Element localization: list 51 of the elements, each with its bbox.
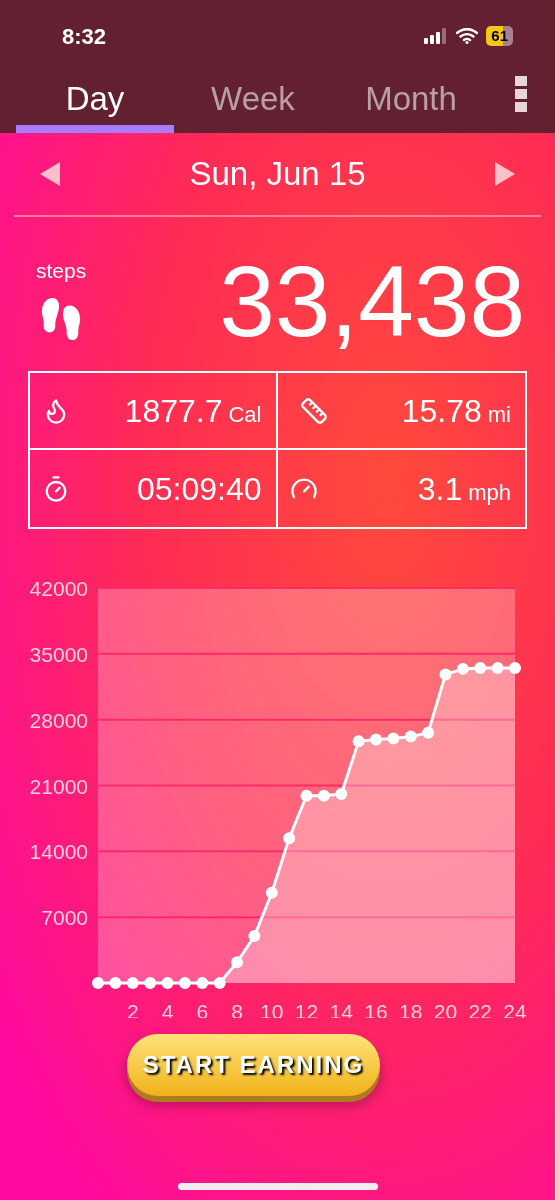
data-point: [144, 977, 157, 989]
data-point: [474, 661, 487, 674]
next-day-button[interactable]: [495, 162, 515, 186]
data-point: [283, 832, 296, 845]
stat-value: 1877.7: [124, 391, 223, 431]
y-axis-label: 7000: [41, 906, 88, 930]
data-point: [335, 787, 348, 800]
y-axis-label: 21000: [29, 774, 88, 798]
status-time: 8:32: [62, 22, 107, 51]
stat-unit: Cal: [228, 400, 262, 429]
data-point: [265, 886, 278, 899]
tab[interactable]: Week: [174, 72, 332, 133]
steps-label: steps: [36, 258, 87, 285]
data-point: [231, 956, 243, 969]
data-point: [213, 977, 226, 989]
y-axis-label: 14000: [29, 840, 88, 864]
data-point: [317, 789, 330, 802]
data-point: [422, 726, 435, 739]
stat-value: 05:09:40: [136, 469, 262, 509]
data-point: [370, 733, 382, 746]
tab[interactable]: Month: [332, 72, 490, 133]
data-point: [178, 977, 191, 989]
data-point: [126, 977, 139, 989]
signal-icon: [424, 28, 449, 44]
data-point: [491, 661, 504, 674]
stat-unit: mph: [468, 478, 511, 507]
previous-day-button[interactable]: [40, 162, 60, 186]
data-point: [387, 732, 400, 745]
data-point: [161, 977, 174, 989]
y-axis-label: 28000: [29, 708, 88, 732]
stat-value: 3.1: [417, 469, 463, 509]
menu-icon[interactable]: [515, 76, 527, 112]
y-axis-label: 35000: [29, 642, 88, 666]
data-point: [456, 662, 469, 675]
wifi-icon: [456, 28, 479, 44]
data-point: [248, 930, 261, 942]
data-point: [109, 977, 122, 989]
data-point: [404, 730, 417, 743]
data-point: [439, 668, 452, 681]
data-point: [300, 789, 313, 802]
data-point: [509, 661, 521, 674]
stat-value: 15.78: [401, 391, 482, 431]
data-point: [352, 735, 365, 748]
data-point: [196, 977, 209, 989]
tab[interactable]: Day: [16, 72, 174, 133]
steps-count: 33,438: [219, 251, 525, 351]
date-label: Sun, Jun 15: [189, 154, 366, 195]
y-axis-label: 42000: [29, 577, 88, 600]
battery-indicator: 61: [486, 26, 513, 46]
stat-unit: mi: [487, 400, 511, 429]
data-point: [92, 977, 104, 989]
